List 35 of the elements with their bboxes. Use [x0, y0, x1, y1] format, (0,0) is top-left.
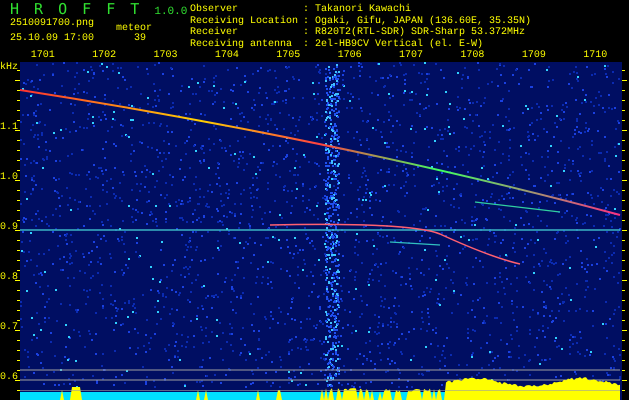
- frequency-axis-label: 0.6: [0, 372, 18, 384]
- time-axis-label: 1704: [214, 50, 239, 62]
- timestamp: 25.10.09 17:00: [10, 33, 94, 46]
- frequency-axis-label: 0.7: [0, 322, 18, 334]
- separator: :: [303, 4, 310, 16]
- meteor-count: 39: [134, 33, 146, 46]
- version-label: 1.0.0: [154, 6, 188, 18]
- info-value: 2el-HB9CV Vertical (el. E-W): [315, 38, 484, 50]
- time-axis-label: 1701: [30, 50, 55, 62]
- time-axis-label: 1709: [522, 50, 546, 62]
- frequency-axis-label: 1.1: [0, 122, 18, 134]
- count-label: meteor: [116, 23, 152, 34]
- unit-label: kHz: [0, 62, 18, 74]
- time-axis-label: 1702: [92, 50, 116, 62]
- frequency-axis-label: 0.8: [0, 272, 18, 284]
- separator: :: [303, 16, 310, 27]
- info-label: Receiving Location: [190, 16, 300, 26]
- info-value: Ogaki, Gifu, JAPAN (136.60E, 35.35N): [315, 16, 532, 26]
- separator: :: [303, 27, 310, 38]
- info-label: Receiver: [190, 27, 240, 38]
- file-name: 2510091700.png: [10, 18, 94, 29]
- time-axis-label: 1705: [276, 50, 300, 62]
- time-axis-label: 1706: [338, 50, 362, 62]
- frequency-axis-label: 0.9: [0, 222, 18, 234]
- info-value: R820T2(RTL-SDR) SDR-Sharp 53.372MHz: [315, 27, 526, 38]
- time-axis-label: 1710: [583, 50, 608, 62]
- time-axis-label: 1703: [153, 50, 178, 62]
- frequency-axis-label: 1.0: [0, 172, 18, 184]
- app-title: H R O F F T: [10, 0, 142, 18]
- info-label: Observer: [190, 4, 240, 16]
- separator: :: [303, 38, 310, 50]
- info-value: Takanori Kawachi: [315, 4, 412, 16]
- time-axis-label: 1707: [399, 50, 424, 62]
- info-label: Receiving antenna: [190, 38, 294, 50]
- time-axis-label: 1708: [460, 50, 484, 62]
